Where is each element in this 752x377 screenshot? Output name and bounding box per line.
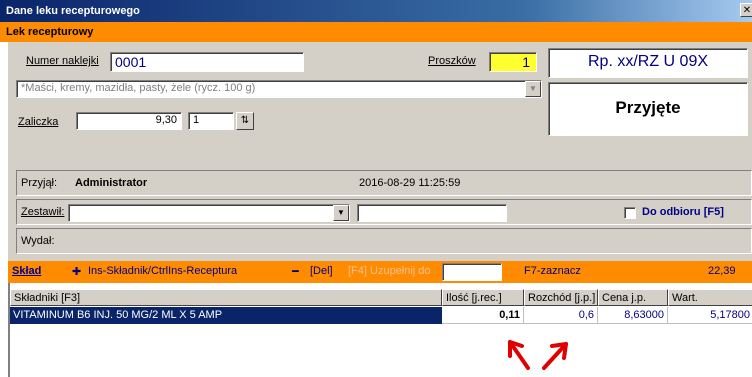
delete-button[interactable]: [Del] — [310, 265, 333, 277]
zestawil-label: Zestawił: — [21, 206, 65, 218]
do-odbioru-checkbox[interactable] — [624, 207, 636, 219]
numer-naklejki-input[interactable]: 0001 — [110, 52, 304, 72]
add-ingredient-button[interactable]: Ins-Składnik/CtrlIns-Receptura — [88, 265, 237, 277]
numer-naklejki-label: Numer naklejki — [26, 55, 99, 67]
grid-header: Składniki [F3] Ilość [j.rec.] Rozchód [j… — [10, 289, 752, 306]
zestawil-secondary-input[interactable] — [357, 204, 507, 222]
ingredient-name-cell[interactable]: VITAMINUM B6 INJ. 50 MG/2 ML X 5 AMP — [10, 307, 442, 324]
minus-icon: ━ — [292, 266, 299, 278]
wydal-label: Wydał: — [21, 235, 55, 247]
zaliczka-label: Zaliczka — [18, 116, 59, 128]
table-row[interactable]: VITAMINUM B6 INJ. 50 MG/2 ML X 5 AMP 0,1… — [10, 307, 752, 324]
zaznacz-label[interactable]: F7-zaznacz — [524, 265, 581, 277]
ilosc-cell[interactable]: 0,11 — [442, 307, 524, 324]
chevron-down-icon[interactable]: ▼ — [333, 205, 349, 221]
zestawil-combo[interactable]: ▼ — [68, 204, 350, 222]
proszkow-input[interactable]: 1 — [489, 52, 537, 72]
przyjal-value: Administrator — [75, 177, 148, 189]
quantity-input[interactable]: 1 — [188, 112, 234, 130]
window-title: Dane leku recepturowego — [6, 5, 140, 17]
column-header[interactable]: Składniki [F3] — [10, 289, 442, 306]
sklad-toolbar: Skład ✚ Ins-Składnik/CtrlIns-Receptura ━… — [8, 261, 752, 283]
column-header[interactable]: Cena j.p. — [598, 289, 668, 306]
przyjal-label: Przyjął: — [21, 177, 58, 189]
rozchod-cell[interactable]: 0,6 — [524, 307, 598, 324]
section-header: Lek recepturowy — [0, 22, 752, 42]
uzupelnij-label: [F4] Uzupełnij do — [348, 265, 431, 277]
status-box: Przyjęte — [548, 82, 748, 136]
uzupelnij-input[interactable] — [442, 263, 502, 281]
ingredients-grid: Składniki [F3] Ilość [j.rec.] Rozchód [j… — [8, 283, 752, 377]
przyjal-timestamp: 2016-08-29 11:25:59 — [359, 177, 461, 189]
close-icon[interactable]: ✕ — [740, 3, 752, 17]
zaliczka-input[interactable]: 9,30 — [76, 112, 182, 130]
column-header[interactable]: Ilość [j.rec.] — [442, 289, 524, 306]
category-value: *Maści, kremy, mazidła, pasty, żele (ryc… — [21, 82, 256, 94]
wydal-row: Wydał: — [16, 228, 752, 254]
column-header[interactable]: Rozchód [j.p.] — [524, 289, 598, 306]
wartosc-cell[interactable]: 5,17800 — [668, 307, 752, 324]
sklad-title: Skład — [12, 265, 42, 277]
window-titlebar: Dane leku recepturowego ✕ — [0, 0, 752, 22]
total-value: 22,39 — [708, 265, 736, 277]
cena-cell[interactable]: 8,63000 — [598, 307, 668, 324]
proszkow-label: Proszków — [428, 55, 476, 67]
column-header[interactable]: Wart. — [668, 289, 752, 306]
rp-code-box: Rp. xx/RZ U 09X — [548, 48, 748, 78]
annotation-arrows-icon — [508, 340, 568, 370]
przyjal-row: Przyjął: Administrator 2016-08-29 11:25:… — [16, 170, 752, 196]
form-panel: Numer naklejki 0001 Proszków 1 Rp. xx/RZ… — [8, 42, 752, 261]
chevron-down-icon[interactable]: ▼ — [525, 81, 541, 97]
plus-icon: ✚ — [72, 266, 82, 278]
category-combo[interactable]: *Maści, kremy, mazidła, pasty, żele (ryc… — [16, 80, 542, 98]
do-odbioru-label[interactable]: Do odbioru [F5] — [642, 206, 724, 218]
spinner-icon[interactable]: ⇅ — [236, 112, 254, 130]
